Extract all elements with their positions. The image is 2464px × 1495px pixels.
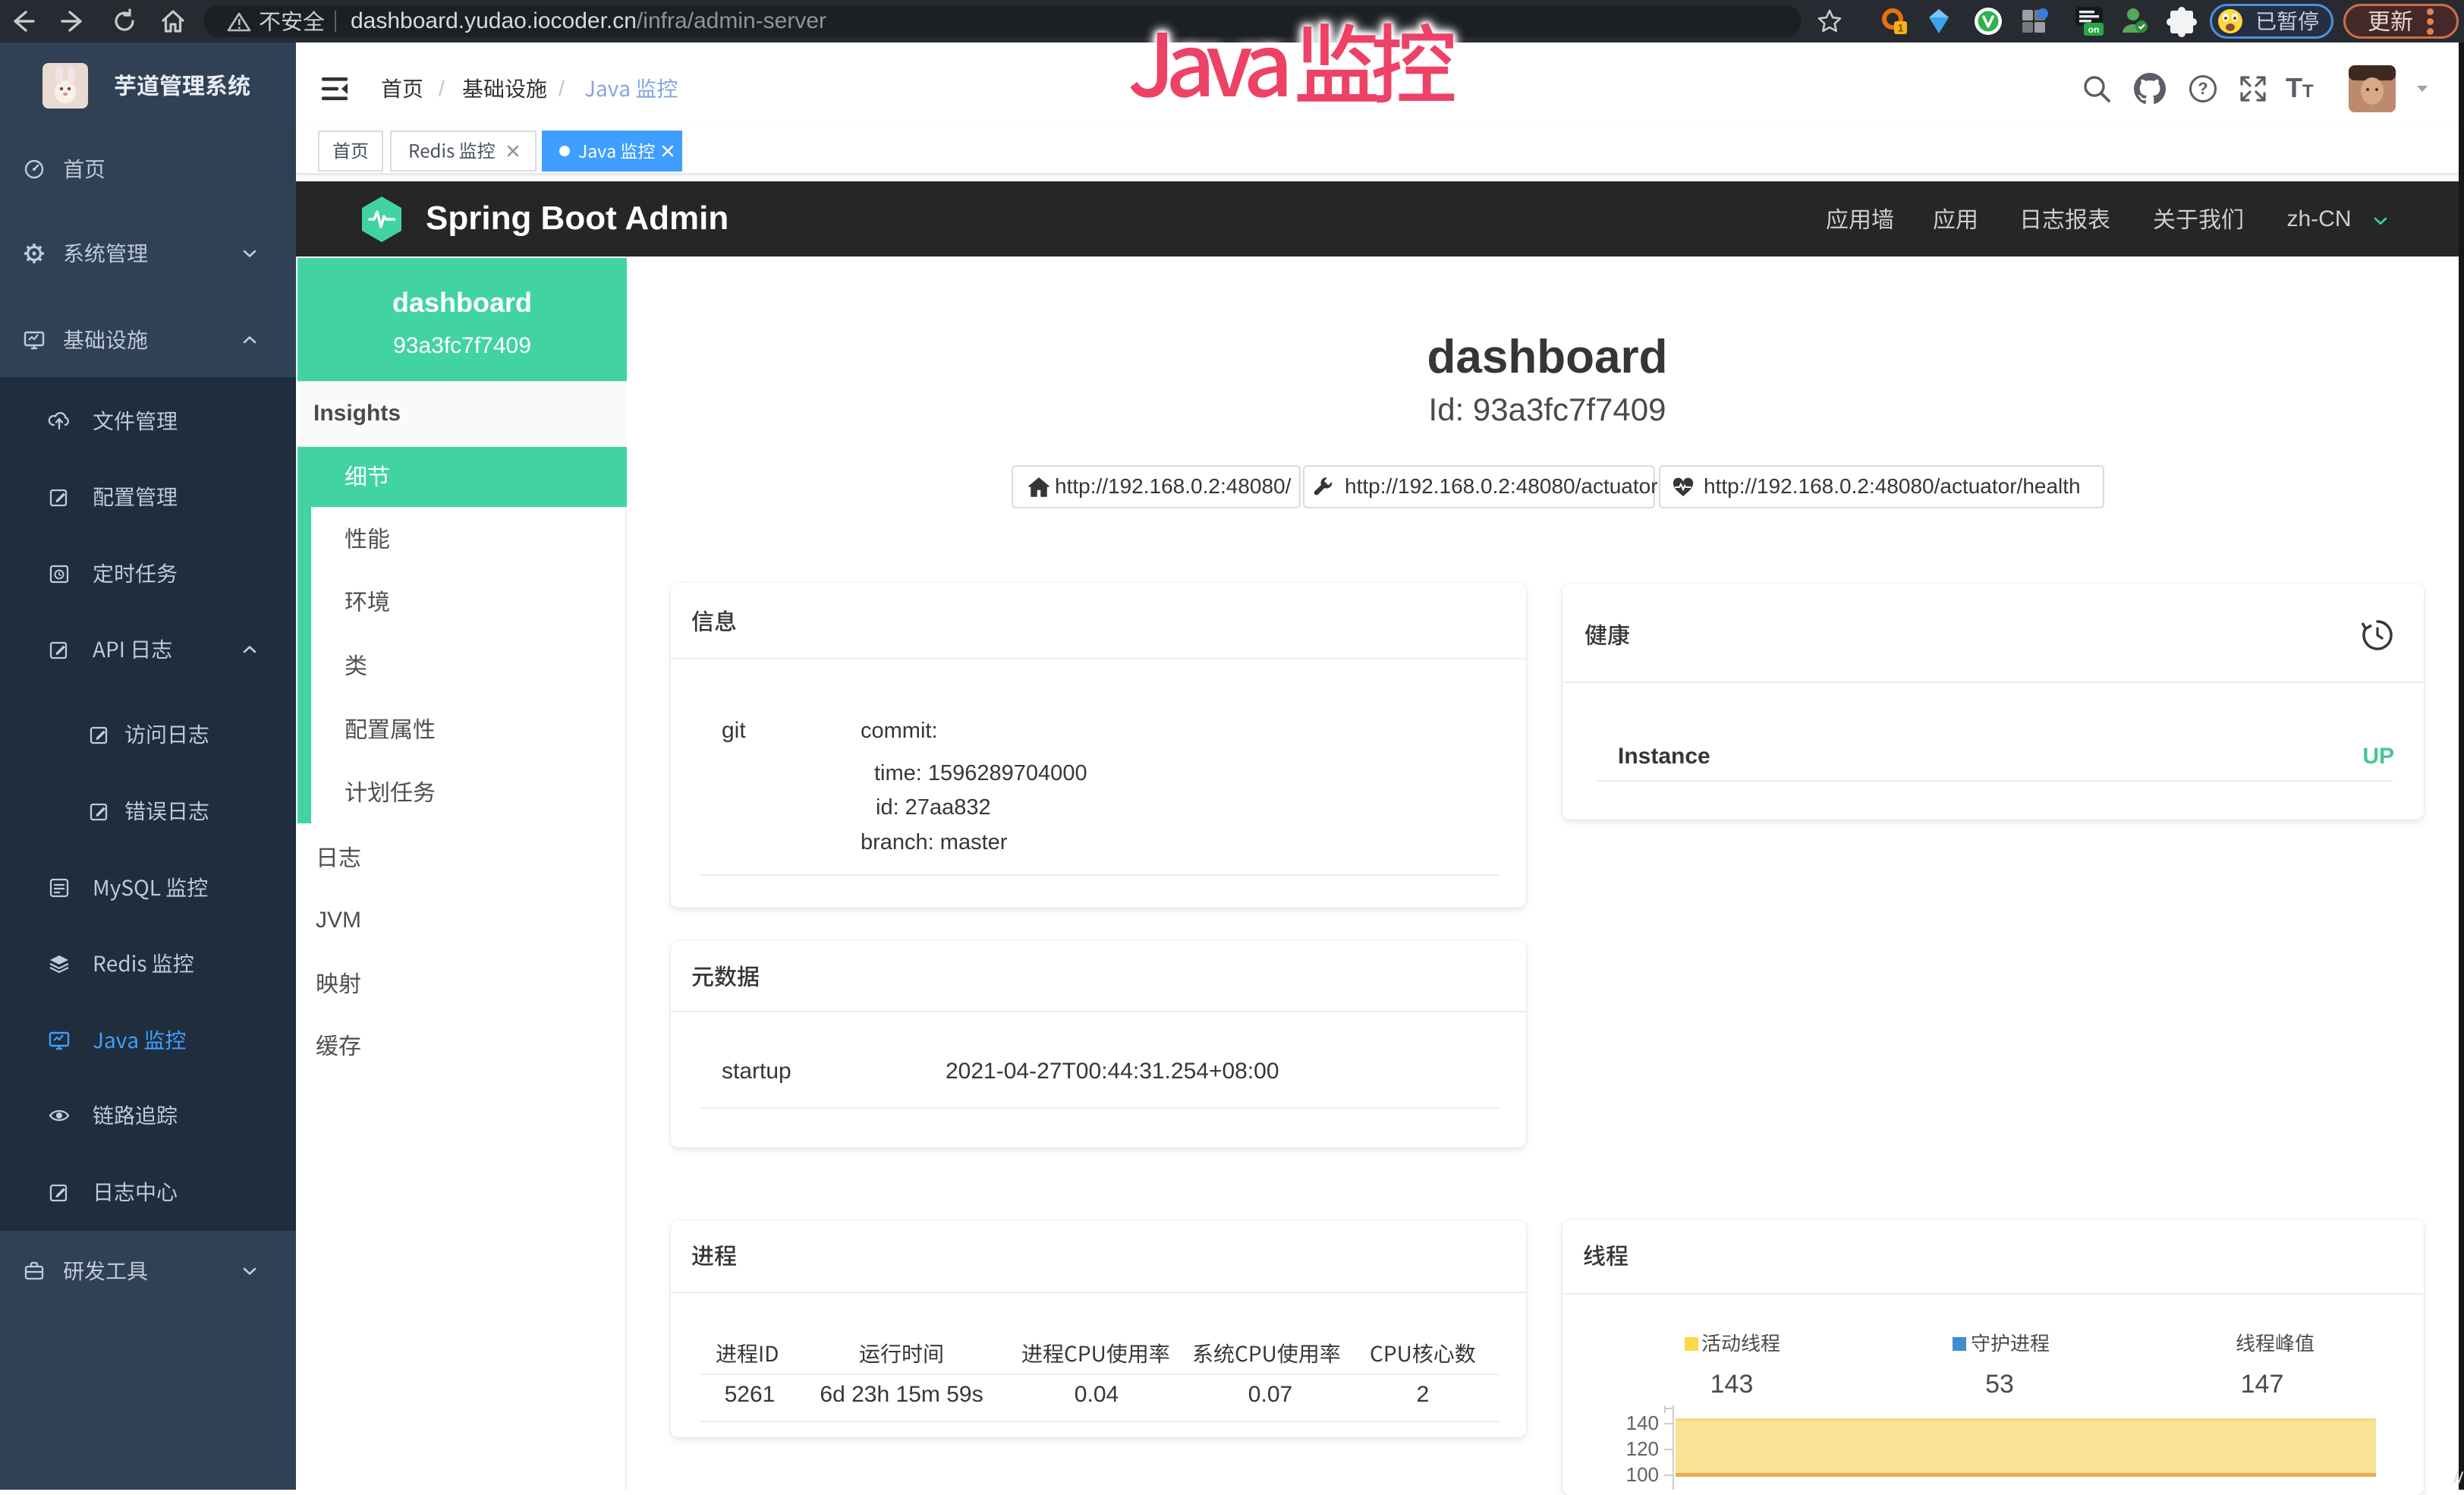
svg-text:?: ? bbox=[2198, 79, 2208, 98]
svg-text:1: 1 bbox=[1898, 22, 1904, 34]
svg-text:on: on bbox=[2088, 24, 2100, 35]
